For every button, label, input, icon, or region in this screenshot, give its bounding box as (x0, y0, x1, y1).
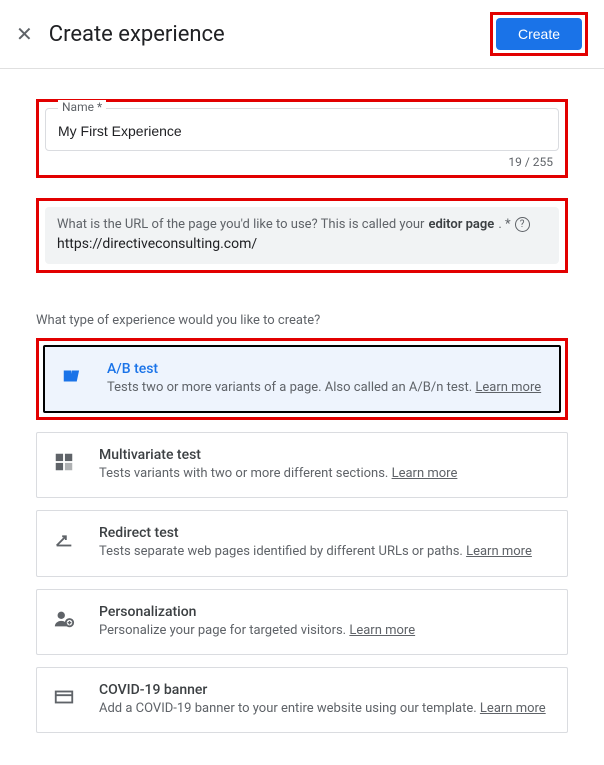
ab-highlight: A/B test Tests two or more variants of a… (36, 338, 568, 420)
option-desc: Tests variants with two or more differen… (99, 465, 551, 483)
url-label: What is the URL of the page you'd like t… (57, 217, 547, 232)
name-counter: 19 / 255 (45, 151, 559, 169)
option-title: COVID-19 banner (99, 682, 551, 698)
learn-more-link[interactable]: Learn more (466, 544, 532, 559)
redirect-icon (53, 529, 75, 551)
url-highlight: What is the URL of the page you'd like t… (36, 198, 568, 273)
dialog-header: ✕ Create experience Create (0, 0, 604, 69)
multivariate-icon (53, 451, 75, 473)
option-multivariate[interactable]: Multivariate test Tests variants with tw… (36, 432, 568, 498)
learn-more-link[interactable]: Learn more (475, 380, 541, 395)
option-desc: Personalize your page for targeted visit… (99, 622, 551, 640)
option-title: Multivariate test (99, 447, 551, 463)
name-highlight: Name * 19 / 255 (36, 99, 568, 178)
dialog-title: Create experience (49, 22, 490, 47)
option-desc: Tests two or more variants of a page. Al… (107, 379, 543, 397)
option-title: Personalization (99, 604, 551, 620)
option-redirect[interactable]: Redirect test Tests separate web pages i… (36, 510, 568, 576)
type-question: What type of experience would you like t… (36, 313, 568, 328)
name-input[interactable] (58, 123, 546, 139)
url-prompt-bold: editor page (428, 217, 494, 232)
create-highlight: Create (490, 12, 588, 56)
learn-more-link[interactable]: Learn more (349, 623, 415, 638)
url-field[interactable]: What is the URL of the page you'd like t… (45, 207, 559, 264)
create-button[interactable]: Create (496, 18, 582, 50)
option-personalization[interactable]: Personalization Personalize your page fo… (36, 589, 568, 655)
close-icon[interactable]: ✕ (16, 24, 33, 44)
learn-more-link[interactable]: Learn more (480, 701, 546, 716)
dialog-body: Name * 19 / 255 What is the URL of the p… (0, 69, 604, 765)
option-desc: Add a COVID-19 banner to your entire web… (99, 700, 551, 718)
personalization-icon (53, 608, 75, 630)
url-prompt-pre: What is the URL of the page you'd like t… (57, 217, 424, 232)
name-label: Name * (58, 100, 106, 114)
option-title: Redirect test (99, 525, 551, 541)
url-value: https://directiveconsulting.com/ (57, 236, 547, 252)
help-icon[interactable]: ? (515, 217, 530, 232)
ab-test-icon (61, 365, 83, 387)
learn-more-link[interactable]: Learn more (392, 466, 458, 481)
option-title: A/B test (107, 361, 543, 377)
option-covid-banner[interactable]: COVID-19 banner Add a COVID-19 banner to… (36, 667, 568, 733)
banner-icon (53, 686, 75, 708)
name-field[interactable]: Name * (45, 108, 559, 151)
option-ab-test[interactable]: A/B test Tests two or more variants of a… (43, 345, 561, 413)
url-prompt-post: . * (498, 217, 510, 232)
option-desc: Tests separate web pages identified by d… (99, 543, 551, 561)
